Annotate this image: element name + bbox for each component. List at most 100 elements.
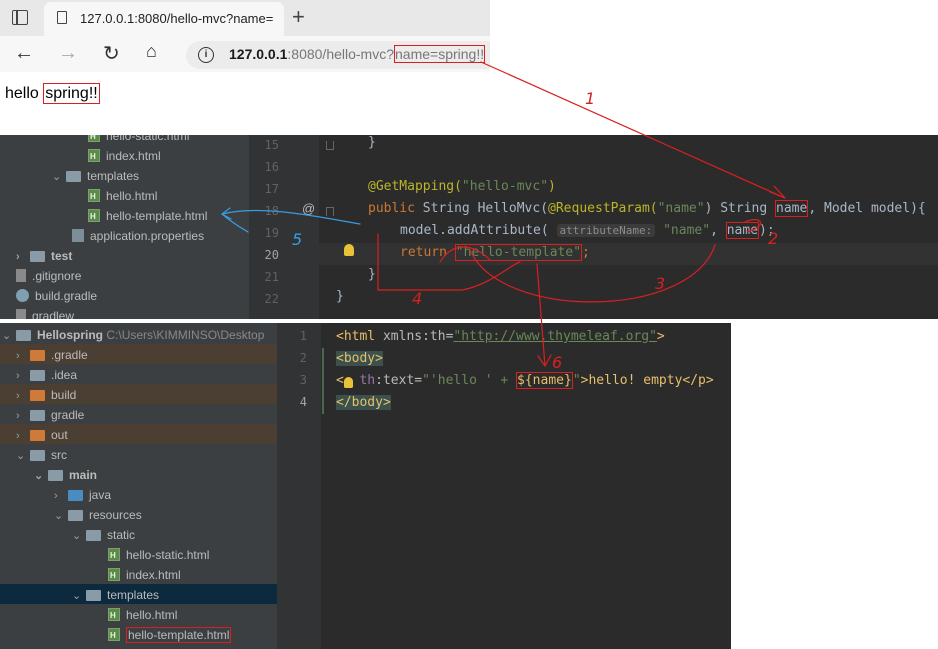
chevron-right-icon: › (16, 370, 20, 382)
line-number: 16 (264, 160, 279, 174)
tree-item-gitignore[interactable]: .gitignore (16, 266, 81, 286)
tree-item-hello[interactable]: hello.html (88, 186, 157, 207)
code-line-22: } (336, 289, 344, 304)
scope-indicator (322, 348, 324, 414)
html-file-icon (88, 207, 100, 227)
blank-area (731, 323, 938, 649)
tree-item-build[interactable]: › build (16, 385, 76, 405)
tree-item-test[interactable]: › test (16, 246, 72, 266)
gutter-bottom: 1 2 3 4 (277, 323, 321, 649)
tab-actions-icon[interactable] (12, 10, 28, 25)
code-line-17: @GetMapping("hello-mvc") (368, 179, 556, 194)
thymeleaf-expression: ${name} (516, 372, 573, 389)
lightbulb-icon[interactable] (344, 377, 353, 388)
tree-item-templates[interactable]: ⌄ templates (72, 585, 159, 605)
html-file-icon (88, 135, 100, 147)
address-bar[interactable]: i 127.0.0.1:8080/hello-mvc?name=spring!! (186, 41, 490, 69)
annotation-number: 1 (585, 89, 595, 108)
file-icon (16, 269, 26, 282)
gutter-top: 15 16 17 18 19 20 21 22 @ (249, 135, 334, 319)
return-view-name: "hello-template" (454, 244, 583, 261)
html-file-icon (108, 626, 120, 646)
folder-icon (30, 390, 45, 401)
browser-tab[interactable]: 127.0.0.1:8080/hello-mvc?name= (44, 2, 284, 36)
tree-item-hello-static[interactable]: hello-static.html (88, 135, 189, 147)
tree-item-hello-template[interactable]: hello-template.html (88, 206, 207, 227)
tree-item-index[interactable]: index.html (108, 565, 181, 586)
forward-arrow-icon[interactable]: → (58, 42, 78, 65)
tree-item-src[interactable]: ⌄ src (16, 445, 67, 465)
chevron-right-icon: › (16, 390, 20, 402)
new-tab-button[interactable]: + (292, 4, 305, 30)
line-number: 20 (264, 248, 279, 262)
chevron-right-icon[interactable]: › (16, 247, 30, 267)
folder-icon (16, 330, 31, 341)
line-number: 4 (299, 395, 307, 409)
info-icon[interactable]: i (198, 47, 214, 63)
lightbulb-icon[interactable] (344, 244, 354, 256)
mapping-gutter-icon[interactable]: @ (302, 201, 315, 216)
html-file-icon (108, 546, 120, 566)
attribute-name-value: name (725, 222, 760, 239)
project-root[interactable]: ⌄ Hellospring C:\Users\KIMMINSO\Desktop (2, 325, 264, 345)
tree-item-hello[interactable]: hello.html (108, 605, 177, 626)
home-icon[interactable]: ⌂ (146, 41, 157, 62)
tree-item-resources[interactable]: ⌄ resources (54, 505, 142, 525)
project-tree-bottom: ⌄ Hellospring C:\Users\KIMMINSO\Desktop ›… (0, 323, 277, 649)
tree-item-static[interactable]: ⌄ static (72, 525, 135, 545)
folder-icon (30, 430, 45, 441)
folder-icon (66, 171, 81, 182)
template-line-1: <html xmlns:th="http://www.thymeleaf.org… (336, 329, 665, 344)
folder-icon (30, 410, 45, 421)
tree-item-hello-template[interactable]: hello-template.html (108, 625, 232, 646)
url-text: 127.0.0.1:8080/hello-mvc?name=spring!! (229, 45, 486, 63)
folder-icon (30, 350, 45, 361)
tree-item-main[interactable]: ⌄ main (34, 465, 97, 485)
template-line-4: </body> (336, 395, 391, 410)
tree-item-index[interactable]: index.html (88, 146, 161, 167)
chevron-down-icon: ⌄ (72, 590, 82, 602)
properties-file-icon (72, 229, 84, 242)
code-line-18: public String HelloMvc(@RequestParam("na… (368, 200, 926, 217)
line-number: 1 (299, 329, 307, 343)
tree-item-templates[interactable]: ⌄ templates (52, 166, 139, 186)
tree-item-hello-static[interactable]: hello-static.html (108, 545, 209, 566)
fold-icon[interactable] (326, 141, 334, 150)
refresh-icon[interactable]: ↻ (103, 41, 120, 66)
line-number: 21 (264, 270, 279, 284)
gradle-icon (16, 289, 29, 302)
chevron-right-icon: › (16, 410, 20, 422)
tree-item-gradle[interactable]: › gradle (16, 405, 84, 425)
param-name: name (775, 200, 809, 217)
tab-title: 127.0.0.1:8080/hello-mvc?name= (80, 11, 274, 26)
template-line-3: < th:text="'hello ' + ${name}">hello! em… (336, 372, 714, 389)
back-arrow-icon[interactable]: ← (14, 42, 34, 65)
tree-item-application-properties[interactable]: application.properties (72, 226, 204, 246)
folder-icon (86, 590, 101, 601)
code-line-15: } (368, 135, 376, 150)
url-query: name=spring!! (394, 45, 486, 63)
chevron-right-icon: › (54, 490, 58, 502)
tree-item-gradle-dir[interactable]: › .gradle (16, 345, 88, 365)
tree-item-gradlew[interactable]: gradlew (16, 306, 74, 319)
url-path: :8080/hello-mvc? (287, 46, 395, 62)
tree-item-java[interactable]: › java (54, 485, 111, 505)
line-number: 3 (299, 373, 307, 387)
line-number: 17 (264, 182, 279, 196)
page-content: hello spring!! (0, 72, 490, 135)
tree-item-out[interactable]: › out (16, 425, 68, 445)
chevron-down-icon[interactable]: ⌄ (2, 326, 16, 346)
html-file-icon (108, 566, 120, 586)
file-icon (16, 309, 26, 319)
fold-icon[interactable] (326, 207, 334, 216)
line-number: 19 (264, 226, 279, 240)
tree-item-idea[interactable]: › .idea (16, 365, 77, 385)
folder-icon (68, 490, 83, 501)
folder-icon (86, 530, 101, 541)
folder-icon (30, 251, 45, 262)
chevron-down-icon: ⌄ (54, 510, 64, 522)
ide-controller-pane: hello-static.html index.html ⌄templates … (0, 135, 938, 319)
tree-item-build-gradle[interactable]: build.gradle (16, 286, 97, 306)
chevron-down-icon[interactable]: ⌄ (52, 167, 66, 187)
line-number: 2 (299, 351, 307, 365)
